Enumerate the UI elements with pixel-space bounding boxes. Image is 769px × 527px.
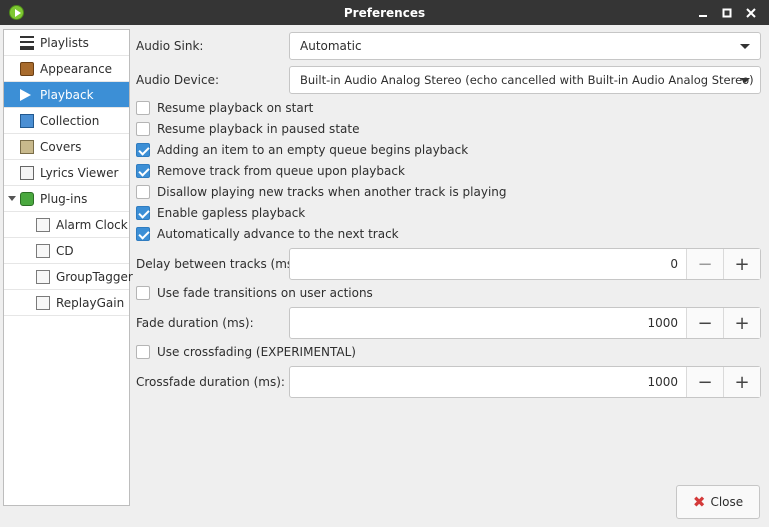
window-title: Preferences — [343, 5, 426, 20]
checkbox-label: Use crossfading (EXPERIMENTAL) — [157, 345, 356, 359]
document-icon — [36, 243, 50, 258]
document-icon — [36, 269, 50, 284]
gapless-playback-checkbox[interactable]: Enable gapless playback — [136, 203, 305, 223]
app-logo-icon — [9, 5, 24, 20]
appearance-icon — [20, 61, 34, 76]
close-window-button[interactable] — [739, 0, 763, 25]
preferences-sidebar: Playlists Appearance Playback Collection… — [3, 29, 133, 506]
expander-arrow-icon[interactable] — [8, 196, 16, 201]
delay-input[interactable] — [290, 249, 686, 279]
sidebar-item-playlists[interactable]: Playlists — [4, 30, 129, 56]
crossfade-duration-label: Crossfade duration (ms): — [136, 375, 285, 389]
sidebar-item-label: Playlists — [40, 35, 89, 50]
play-icon — [20, 88, 32, 101]
crossfade-increment-button[interactable]: + — [723, 367, 760, 397]
checkbox-label: Enable gapless playback — [157, 206, 306, 220]
resume-on-start-checkbox[interactable]: Resume playback on start — [136, 98, 313, 118]
close-icon: ✖ — [692, 492, 706, 511]
audio-device-value: Built-in Audio Analog Stereo (echo cance… — [300, 73, 754, 87]
title-bar: Preferences — [0, 0, 769, 25]
audio-device-label: Audio Device: — [136, 73, 220, 87]
fade-transitions-checkbox[interactable]: Use fade transitions on user actions — [136, 283, 373, 303]
chevron-down-icon — [740, 78, 750, 83]
sidebar-item-cd[interactable]: CD — [4, 238, 129, 264]
checkbox-box[interactable] — [136, 185, 150, 199]
audio-sink-value: Automatic — [300, 39, 362, 53]
document-icon — [36, 217, 50, 232]
auto-advance-checkbox[interactable]: Automatically advance to the next track — [136, 224, 399, 244]
queue-begins-playback-checkbox[interactable]: Adding an item to an empty queue begins … — [136, 140, 468, 160]
minimize-icon — [699, 14, 707, 17]
crossfade-duration-spinbox: − + — [289, 366, 761, 398]
fade-decrement-button[interactable]: − — [686, 308, 723, 338]
crossfading-checkbox[interactable]: Use crossfading (EXPERIMENTAL) — [136, 342, 356, 362]
lyrics-icon — [20, 165, 34, 180]
sidebar-item-label: Covers — [40, 139, 82, 154]
fade-duration-label: Fade duration (ms): — [136, 316, 254, 330]
checkbox-label: Remove track from queue upon playback — [157, 164, 405, 178]
maximize-button[interactable] — [715, 0, 739, 25]
sidebar-item-grouptagger[interactable]: GroupTagger — [4, 264, 133, 290]
sidebar-item-replaygain[interactable]: ReplayGain — [4, 290, 129, 316]
disallow-new-tracks-checkbox[interactable]: Disallow playing new tracks when another… — [136, 182, 507, 202]
checkbox-label: Use fade transitions on user actions — [157, 286, 373, 300]
delay-increment-button[interactable]: + — [723, 249, 760, 279]
checkbox-box[interactable] — [136, 122, 150, 136]
checkbox-label: Resume playback in paused state — [157, 122, 360, 136]
sidebar-item-label: Collection — [40, 113, 100, 128]
checkbox-box[interactable] — [136, 101, 150, 115]
sidebar-item-alarm-clock[interactable]: Alarm Clock — [4, 212, 129, 238]
crossfade-duration-input[interactable] — [290, 367, 686, 397]
sidebar-item-label: Playback — [40, 87, 94, 102]
fade-duration-spinbox: − + — [289, 307, 761, 339]
sidebar-item-label: Alarm Clock — [56, 217, 128, 232]
audio-device-dropdown[interactable]: Built-in Audio Analog Stereo (echo cance… — [289, 66, 761, 94]
checkbox-box[interactable] — [136, 164, 150, 178]
close-button[interactable]: ✖ Close — [676, 485, 760, 519]
checkbox-label: Automatically advance to the next track — [157, 227, 399, 241]
checkbox-label: Resume playback on start — [157, 101, 314, 115]
sidebar-item-label: CD — [56, 243, 74, 258]
checkbox-box[interactable] — [136, 143, 150, 157]
playlist-icon — [20, 35, 34, 50]
delay-decrement-button[interactable]: − — [686, 249, 723, 279]
close-icon — [746, 7, 756, 18]
minimize-button[interactable] — [691, 0, 715, 25]
checkbox-label: Adding an item to an empty queue begins … — [157, 143, 469, 157]
resume-paused-checkbox[interactable]: Resume playback in paused state — [136, 119, 359, 139]
sidebar-item-label: Plug-ins — [40, 191, 88, 206]
crossfade-decrement-button[interactable]: − — [686, 367, 723, 397]
fade-duration-input[interactable] — [290, 308, 686, 338]
document-icon — [36, 295, 50, 310]
collection-icon — [20, 113, 34, 128]
sidebar-item-label: Lyrics Viewer — [40, 165, 119, 180]
checkbox-box[interactable] — [136, 345, 150, 359]
sidebar-item-playback[interactable]: Playback — [4, 82, 129, 108]
fade-increment-button[interactable]: + — [723, 308, 760, 338]
checkbox-box[interactable] — [136, 286, 150, 300]
sidebar-item-label: Appearance — [40, 61, 113, 76]
sidebar-item-lyrics-viewer[interactable]: Lyrics Viewer — [4, 160, 129, 186]
delay-spinbox: − + — [289, 248, 761, 280]
close-button-label: Close — [710, 495, 744, 509]
audio-sink-label: Audio Sink: — [136, 39, 204, 53]
sidebar-item-covers[interactable]: Covers — [4, 134, 129, 160]
sidebar-item-appearance[interactable]: Appearance — [4, 56, 129, 82]
checkbox-label: Disallow playing new tracks when another… — [157, 185, 507, 199]
maximize-icon — [722, 8, 732, 17]
delay-label: Delay between tracks (ms): — [136, 257, 302, 271]
plugin-icon — [20, 191, 34, 206]
checkbox-box[interactable] — [136, 227, 150, 241]
remove-from-queue-checkbox[interactable]: Remove track from queue upon playback — [136, 161, 405, 181]
sidebar-item-plug-ins[interactable]: Plug-ins — [4, 186, 129, 212]
sidebar-item-collection[interactable]: Collection — [4, 108, 129, 134]
sidebar-item-label: GroupTagger — [56, 269, 133, 284]
sidebar-item-label: ReplayGain — [56, 295, 125, 310]
covers-icon — [20, 139, 34, 154]
chevron-down-icon — [740, 44, 750, 49]
audio-sink-dropdown[interactable]: Automatic — [289, 32, 761, 60]
checkbox-box[interactable] — [136, 206, 150, 220]
window-controls — [691, 0, 763, 25]
